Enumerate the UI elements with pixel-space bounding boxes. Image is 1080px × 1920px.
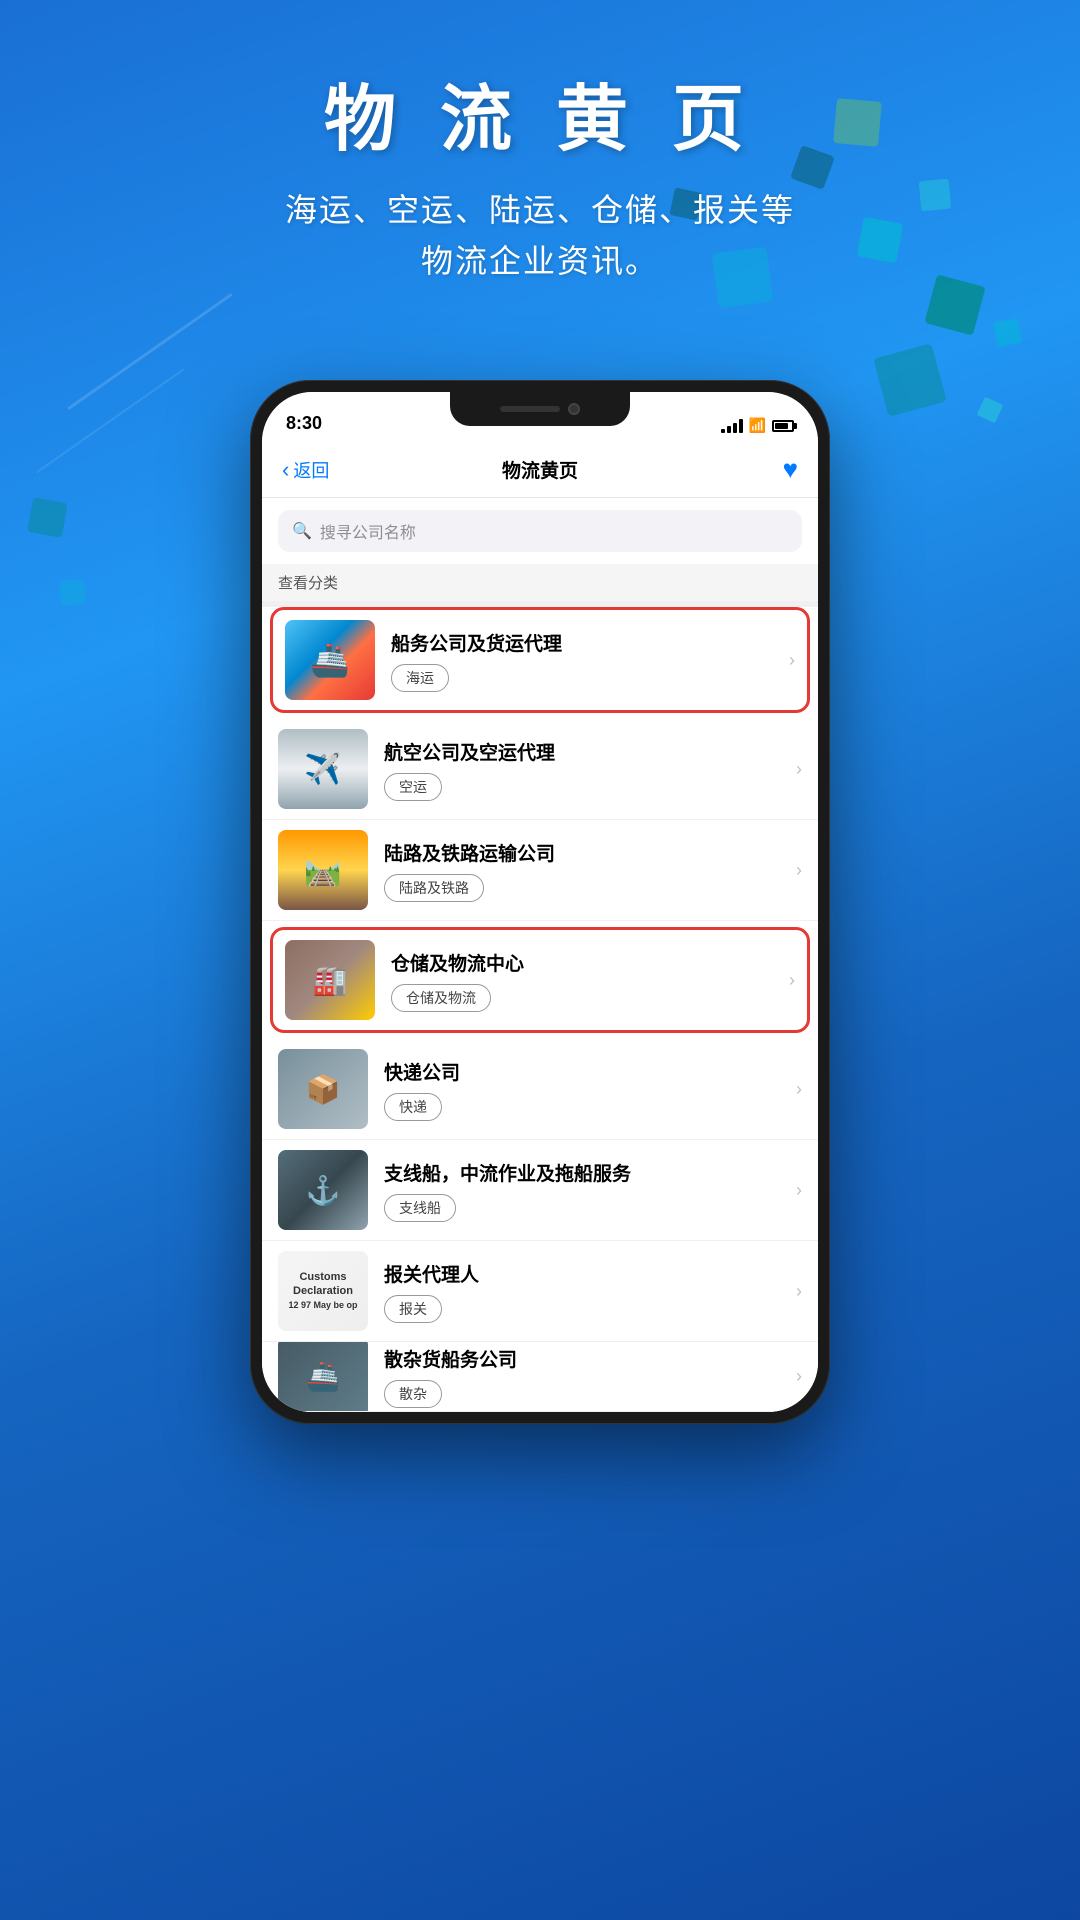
item-tag-feeder: 支线船 [384, 1194, 456, 1222]
item-tag-courier: 快递 [384, 1093, 442, 1121]
item-tag-customs: 报关 [384, 1295, 442, 1323]
item-title-land: 陆路及铁路运输公司 [384, 839, 788, 866]
item-content-airline: 航空公司及空运代理 空运 [384, 738, 788, 801]
customs-image-text: CustomsDeclaration12 97 May be op [288, 1271, 357, 1312]
item-content-courier: 快递公司 快递 [384, 1058, 788, 1121]
back-arrow-icon: ‹ [282, 457, 289, 483]
signal-icon [721, 419, 743, 433]
search-section: 🔍 搜寻公司名称 [262, 498, 818, 564]
list-item-airline[interactable]: ✈️ 航空公司及空运代理 空运 › [262, 719, 818, 820]
phone-screen: 8:30 📶 ‹ 返回 [262, 392, 818, 1412]
phone-notch [450, 392, 630, 426]
item-arrow-customs: › [796, 1281, 802, 1302]
item-arrow-courier: › [796, 1079, 802, 1100]
item-content-land: 陆路及铁路运输公司 陆路及铁路 [384, 839, 788, 902]
item-tag-airline: 空运 [384, 773, 442, 801]
list-item-courier[interactable]: 📦 快递公司 快递 › [262, 1039, 818, 1140]
back-button[interactable]: ‹ 返回 [282, 457, 329, 483]
nav-title: 物流黄页 [502, 456, 578, 483]
notch-speaker [500, 406, 560, 412]
battery-icon [772, 420, 794, 432]
favorite-button[interactable]: ♥ [783, 454, 798, 485]
item-arrow-warehouse: › [789, 970, 795, 991]
list-item-warehouse[interactable]: 🏭 仓储及物流中心 仓储及物流 › [270, 927, 810, 1033]
search-input[interactable]: 搜寻公司名称 [320, 519, 416, 543]
item-content-warehouse: 仓储及物流中心 仓储及物流 [391, 949, 781, 1012]
page-main-title: 物 流 黄 页 [0, 60, 1080, 165]
status-time: 8:30 [286, 413, 322, 434]
wifi-icon: 📶 [749, 417, 766, 434]
page-subtitle: 海运、空运、陆运、仓储、报关等 物流企业资讯。 [0, 185, 1080, 287]
item-tag-bulk: 散杂 [384, 1380, 442, 1408]
subtitle-line1: 海运、空运、陆运、仓储、报关等 [285, 192, 795, 228]
item-content-customs: 报关代理人 报关 [384, 1260, 788, 1323]
subtitle-line2: 物流企业资讯。 [421, 243, 659, 279]
list-item-shipping[interactable]: 🚢 船务公司及货运代理 海运 › [270, 607, 810, 713]
item-title-feeder: 支线船，中流作业及拖船服务 [384, 1159, 788, 1186]
item-arrow-bulk: › [796, 1366, 802, 1387]
item-tag-shipping: 海运 [391, 664, 449, 692]
item-tag-land: 陆路及铁路 [384, 874, 484, 902]
item-image-plane: ✈️ [278, 729, 368, 809]
list-item-bulk[interactable]: 🚢 散杂货船务公司 散杂 › [262, 1342, 818, 1412]
item-title-customs: 报关代理人 [384, 1260, 788, 1287]
category-label: 查看分类 [262, 564, 818, 601]
category-list: 🚢 船务公司及货运代理 海运 › ✈️ 航空公司及空运代理 空运 [262, 607, 818, 1412]
search-box[interactable]: 🔍 搜寻公司名称 [278, 510, 802, 552]
item-arrow-land: › [796, 860, 802, 881]
back-label: 返回 [293, 457, 329, 483]
item-image-ship: 🚢 [285, 620, 375, 700]
item-image-customs: CustomsDeclaration12 97 May be op [278, 1251, 368, 1331]
list-item-customs[interactable]: CustomsDeclaration12 97 May be op 报关代理人 … [262, 1241, 818, 1342]
item-arrow-shipping: › [789, 650, 795, 671]
status-icons: 📶 [721, 417, 794, 434]
phone-mockup: 8:30 📶 ‹ 返回 [250, 380, 830, 1424]
item-title-shipping: 船务公司及货运代理 [391, 629, 781, 656]
item-image-bulk: 🚢 [278, 1342, 368, 1412]
item-arrow-airline: › [796, 759, 802, 780]
phone-frame: 8:30 📶 ‹ 返回 [250, 380, 830, 1424]
item-image-courier: 📦 [278, 1049, 368, 1129]
navigation-bar: ‹ 返回 物流黄页 ♥ [262, 442, 818, 498]
page-header: 物 流 黄 页 海运、空运、陆运、仓储、报关等 物流企业资讯。 [0, 60, 1080, 287]
search-icon: 🔍 [292, 521, 312, 541]
item-title-courier: 快递公司 [384, 1058, 788, 1085]
item-title-airline: 航空公司及空运代理 [384, 738, 788, 765]
item-title-bulk: 散杂货船务公司 [384, 1345, 788, 1372]
item-content-bulk: 散杂货船务公司 散杂 [384, 1345, 788, 1408]
item-image-rail: 🛤️ [278, 830, 368, 910]
list-item-land[interactable]: 🛤️ 陆路及铁路运输公司 陆路及铁路 › [262, 820, 818, 921]
notch-camera [568, 403, 580, 415]
item-title-warehouse: 仓储及物流中心 [391, 949, 781, 976]
item-content-feeder: 支线船，中流作业及拖船服务 支线船 [384, 1159, 788, 1222]
item-image-warehouse: 🏭 [285, 940, 375, 1020]
item-tag-warehouse: 仓储及物流 [391, 984, 491, 1012]
item-image-feeder: ⚓ [278, 1150, 368, 1230]
item-arrow-feeder: › [796, 1180, 802, 1201]
item-content-shipping: 船务公司及货运代理 海运 [391, 629, 781, 692]
list-item-feeder[interactable]: ⚓ 支线船，中流作业及拖船服务 支线船 › [262, 1140, 818, 1241]
